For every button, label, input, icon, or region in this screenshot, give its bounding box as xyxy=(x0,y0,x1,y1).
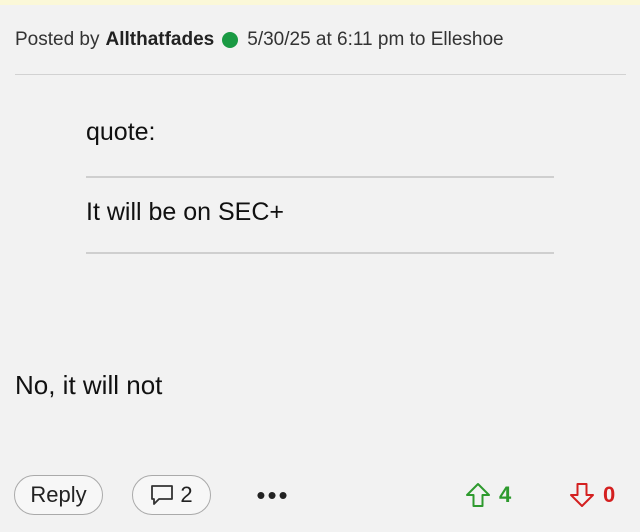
recipient-link[interactable]: Elleshoe xyxy=(431,29,504,51)
comments-button[interactable]: 2 xyxy=(132,475,211,515)
to-label: to xyxy=(409,29,426,50)
more-options-button[interactable]: ••• xyxy=(252,480,294,510)
post-timestamp[interactable]: 5/30/25 at 6:11 pm xyxy=(247,29,404,51)
online-status-icon xyxy=(222,32,239,48)
comment-icon xyxy=(150,484,174,506)
more-icon: ••• xyxy=(256,479,290,510)
post-meta: Posted by Allthatfades 5/30/25 at 6:11 p… xyxy=(15,29,504,51)
upvote-button[interactable]: 4 xyxy=(465,482,511,508)
reply-button[interactable]: Reply xyxy=(14,475,103,515)
posted-by-label: Posted by xyxy=(15,29,100,50)
top-highlight-strip xyxy=(0,0,640,5)
header-divider xyxy=(15,74,626,75)
downvote-count: 0 xyxy=(603,482,616,507)
arrow-up-icon xyxy=(465,482,491,508)
quote-bottom-rule xyxy=(86,252,554,254)
downvote-button[interactable]: 0 xyxy=(569,482,615,508)
author-link[interactable]: Allthatfades xyxy=(106,29,215,51)
quote-text: It will be on SEC+ xyxy=(86,198,285,226)
upvote-count: 4 xyxy=(499,482,512,507)
comments-count: 2 xyxy=(180,482,193,507)
quote-block: quote: It will be on SEC+ xyxy=(86,118,554,254)
reply-label: Reply xyxy=(30,482,87,507)
arrow-down-icon xyxy=(569,482,595,508)
quote-label: quote: xyxy=(86,118,156,146)
post-body: No, it will not xyxy=(15,370,163,400)
